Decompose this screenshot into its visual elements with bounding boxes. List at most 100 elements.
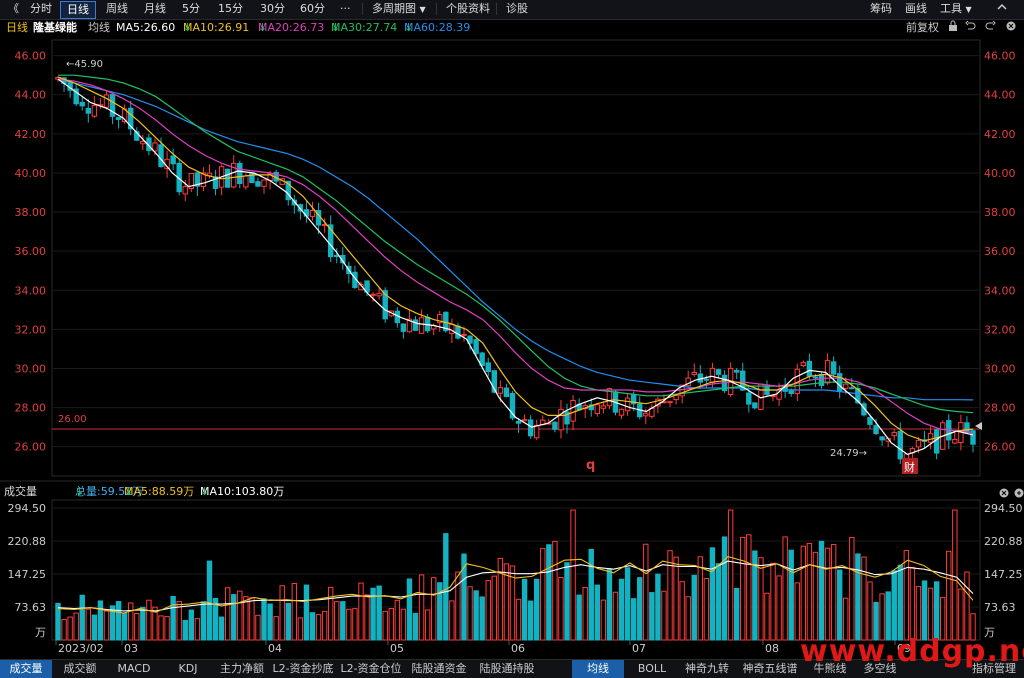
- volume-bar-up: [909, 566, 916, 641]
- volume-bar-down: [140, 606, 146, 641]
- volume-bar-up: [67, 616, 73, 641]
- volume-bar-up: [570, 509, 576, 641]
- volume-bar-up: [321, 610, 328, 641]
- candle-up: [370, 293, 376, 296]
- candle-up: [824, 360, 831, 384]
- volume-unit-label: 万: [35, 626, 46, 639]
- candle-up: [570, 400, 576, 422]
- volume-bar-up: [952, 509, 958, 641]
- volume-bar-up: [249, 597, 255, 641]
- expand-icon[interactable]: [1014, 486, 1024, 503]
- volume-bar-up: [291, 582, 298, 641]
- volume-bar-up: [297, 617, 304, 641]
- candle-up: [182, 186, 188, 195]
- volume-bar-down: [606, 568, 613, 641]
- volume-bar-down: [303, 584, 310, 641]
- volume-bar-up: [746, 534, 752, 641]
- indicator-tab[interactable]: 神奇九转: [680, 660, 734, 678]
- volume-bar-down: [91, 614, 98, 641]
- candle-down: [733, 369, 740, 373]
- price-panel-frame: [51, 39, 981, 477]
- volume-bar-up: [600, 599, 607, 641]
- q-marker: q: [586, 458, 595, 473]
- volume-bar-up: [861, 556, 867, 641]
- volume-bar-up: [382, 610, 388, 641]
- candle-up: [140, 141, 146, 145]
- volume-bar-up: [800, 545, 807, 641]
- indicator-tab[interactable]: 陆股通资金: [406, 660, 472, 678]
- volume-bar-up: [958, 588, 964, 641]
- volume-bar-up: [758, 557, 764, 641]
- candle-down: [849, 387, 855, 390]
- volume-tick-label: 73.63: [984, 601, 1016, 614]
- ma5-line: [57, 78, 974, 456]
- price-tick-label: 44.00: [15, 89, 47, 102]
- volume-bar-down: [97, 600, 104, 641]
- candle-up: [461, 333, 467, 336]
- candle-up: [521, 419, 528, 422]
- volume-bar-down: [479, 596, 485, 641]
- volume-bar-up: [764, 592, 770, 641]
- finance-marker: 财: [904, 460, 915, 474]
- price-tick-label: 46.00: [15, 50, 47, 63]
- volume-bar-up: [927, 587, 934, 641]
- indicator-tab[interactable]: MACD: [108, 660, 160, 678]
- volume-bar-up: [449, 600, 455, 641]
- volume-bar-down: [182, 619, 188, 641]
- candle-up: [915, 439, 922, 448]
- x-tick-label: 2023/02: [58, 642, 104, 655]
- candle-up: [667, 400, 673, 404]
- volume-bar-down: [406, 578, 413, 641]
- indicator-tab[interactable]: 陆股通持股: [474, 660, 540, 678]
- indicator-tab[interactable]: BOLL: [626, 660, 678, 678]
- candle-up: [891, 431, 897, 437]
- volume-bar-up: [946, 550, 952, 641]
- price-tick-label: 32.00: [15, 323, 47, 336]
- volume-bar-up: [327, 586, 334, 641]
- indicator-tab[interactable]: 主力净额: [216, 660, 268, 678]
- candle-up: [843, 383, 849, 390]
- volume-bar-up: [703, 578, 710, 641]
- volume-bar-up: [643, 543, 649, 641]
- volume-bar-up: [279, 585, 285, 641]
- volume-bar-up: [430, 577, 437, 641]
- close-icon[interactable]: [999, 486, 1009, 503]
- volume-bar-down: [309, 612, 316, 641]
- volume-bar-up: [697, 556, 704, 641]
- volume-bar-up: [237, 590, 243, 641]
- indicator-tab[interactable]: 均线: [572, 660, 624, 678]
- kline-chart[interactable]: 46.00 44.00 42.00 40.00 38.00 36.00 34.00 32.00…: [0, 0, 1024, 659]
- volume-bar-down: [261, 598, 267, 641]
- volume-bar-down: [637, 577, 643, 641]
- volume-bar-up: [315, 614, 322, 641]
- volume-bar-up: [352, 608, 358, 641]
- candle-down: [255, 181, 261, 187]
- candle-down: [473, 339, 479, 354]
- candle-up: [927, 433, 934, 443]
- candle-down: [818, 373, 825, 386]
- candle-down: [879, 436, 885, 441]
- volume-bar-down: [721, 536, 728, 641]
- volume-bar-down: [715, 563, 722, 641]
- indicator-tab[interactable]: KDJ: [162, 660, 214, 678]
- volume-bar-up: [158, 615, 164, 641]
- indicator-tab[interactable]: L2-资金仓位: [338, 660, 404, 678]
- candle-down: [515, 420, 522, 424]
- volume-bar-down: [836, 569, 843, 641]
- indicator-tab[interactable]: 成交额: [54, 660, 106, 678]
- x-tick-label: 05: [390, 642, 404, 655]
- candle-down: [485, 362, 491, 373]
- volume-tick-label: 147.25: [8, 568, 47, 581]
- volume-bar-up: [679, 581, 685, 641]
- indicator-tab[interactable]: 成交量: [0, 660, 52, 678]
- candle-up: [624, 397, 631, 412]
- indicator-tab[interactable]: 神奇五线谱: [736, 660, 804, 678]
- ma20-line: [57, 78, 974, 433]
- volume-bar-up: [794, 582, 800, 641]
- volume-bar-up: [424, 609, 431, 641]
- volume-bar-up: [727, 509, 734, 641]
- candle-up: [376, 292, 382, 297]
- candle-up: [618, 408, 625, 416]
- indicator-tab[interactable]: L2-资金抄底: [270, 660, 336, 678]
- volume-bar-up: [273, 616, 279, 641]
